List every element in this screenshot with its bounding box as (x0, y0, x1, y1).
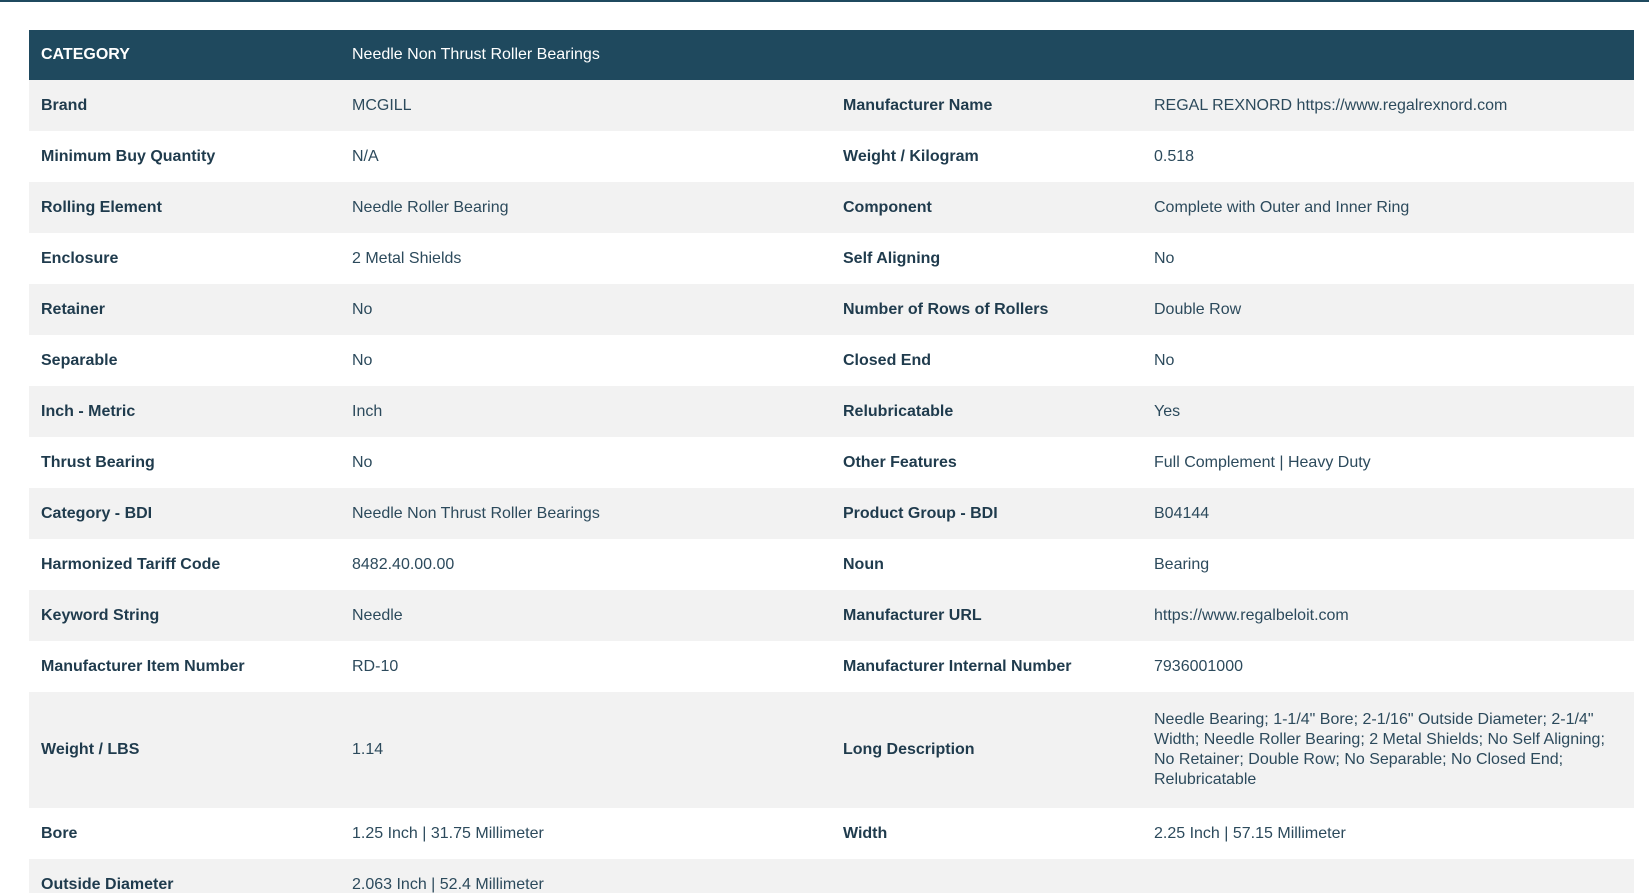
spec-label: Product Group - BDI (831, 488, 1142, 539)
spec-label: Minimum Buy Quantity (29, 131, 340, 182)
category-header-row: CATEGORY Needle Non Thrust Roller Bearin… (29, 30, 1634, 80)
table-row: Outside Diameter 2.063 Inch | 52.4 Milli… (29, 859, 1634, 893)
table-row: Harmonized Tariff Code 8482.40.00.00 Nou… (29, 539, 1634, 590)
spec-value: Bearing (1142, 539, 1634, 590)
table-row: Minimum Buy Quantity N/A Weight / Kilogr… (29, 131, 1634, 182)
spec-value: No (1142, 233, 1634, 284)
spec-value: https://www.regalbeloit.com (1142, 590, 1634, 641)
spec-value: 8482.40.00.00 (340, 539, 831, 590)
spec-label: Weight / LBS (29, 692, 340, 808)
spec-label: Relubricatable (831, 386, 1142, 437)
spec-label: Retainer (29, 284, 340, 335)
spec-label: Brand (29, 80, 340, 131)
spec-value: RD-10 (340, 641, 831, 692)
spec-label: Manufacturer Name (831, 80, 1142, 131)
table-row: Bore 1.25 Inch | 31.75 Millimeter Width … (29, 808, 1634, 859)
spec-value: 1.25 Inch | 31.75 Millimeter (340, 808, 831, 859)
spec-label: Thrust Bearing (29, 437, 340, 488)
table-row: Separable No Closed End No (29, 335, 1634, 386)
spec-value: Double Row (1142, 284, 1634, 335)
table-row: Inch - Metric Inch Relubricatable Yes (29, 386, 1634, 437)
spec-value: No (340, 437, 831, 488)
top-divider (0, 0, 1649, 2)
spec-value (1142, 859, 1634, 893)
table-row: Category - BDI Needle Non Thrust Roller … (29, 488, 1634, 539)
table-row: Brand MCGILL Manufacturer Name REGAL REX… (29, 80, 1634, 131)
spec-value: Inch (340, 386, 831, 437)
spec-value: 1.14 (340, 692, 831, 808)
spec-label: Separable (29, 335, 340, 386)
spec-label: Bore (29, 808, 340, 859)
spec-label: Rolling Element (29, 182, 340, 233)
table-row: Retainer No Number of Rows of Rollers Do… (29, 284, 1634, 335)
spec-value: No (1142, 335, 1634, 386)
spec-value: MCGILL (340, 80, 831, 131)
category-value: Needle Non Thrust Roller Bearings (340, 30, 1634, 80)
spec-label (831, 859, 1142, 893)
spec-label: Keyword String (29, 590, 340, 641)
spec-label: Enclosure (29, 233, 340, 284)
spec-label: Component (831, 182, 1142, 233)
table-row: Thrust Bearing No Other Features Full Co… (29, 437, 1634, 488)
spec-value: REGAL REXNORD https://www.regalrexnord.c… (1142, 80, 1634, 131)
spec-value: 2.063 Inch | 52.4 Millimeter (340, 859, 831, 893)
spec-value: No (340, 284, 831, 335)
spec-value: Needle Non Thrust Roller Bearings (340, 488, 831, 539)
spec-value: Full Complement | Heavy Duty (1142, 437, 1634, 488)
spec-label: Manufacturer Internal Number (831, 641, 1142, 692)
spec-label: Outside Diameter (29, 859, 340, 893)
spec-label: Inch - Metric (29, 386, 340, 437)
spec-label: Noun (831, 539, 1142, 590)
spec-value: No (340, 335, 831, 386)
table-row: Manufacturer Item Number RD-10 Manufactu… (29, 641, 1634, 692)
spec-value: Complete with Outer and Inner Ring (1142, 182, 1634, 233)
category-label: CATEGORY (29, 30, 340, 80)
long-description-value: Needle Bearing; 1-1/4" Bore; 2-1/16" Out… (1142, 692, 1634, 808)
spec-value: 7936001000 (1142, 641, 1634, 692)
spec-value: Needle Roller Bearing (340, 182, 831, 233)
spec-value: N/A (340, 131, 831, 182)
spec-label: Weight / Kilogram (831, 131, 1142, 182)
spec-label: Closed End (831, 335, 1142, 386)
spec-label: Long Description (831, 692, 1142, 808)
table-row: Keyword String Needle Manufacturer URL h… (29, 590, 1634, 641)
spec-label: Category - BDI (29, 488, 340, 539)
table-row: Rolling Element Needle Roller Bearing Co… (29, 182, 1634, 233)
spec-label: Number of Rows of Rollers (831, 284, 1142, 335)
spec-label: Other Features (831, 437, 1142, 488)
spec-value: 2.25 Inch | 57.15 Millimeter (1142, 808, 1634, 859)
spec-value: Needle (340, 590, 831, 641)
spec-value: Yes (1142, 386, 1634, 437)
spec-value: 0.518 (1142, 131, 1634, 182)
table-row: Enclosure 2 Metal Shields Self Aligning … (29, 233, 1634, 284)
spec-label: Manufacturer URL (831, 590, 1142, 641)
spec-label: Manufacturer Item Number (29, 641, 340, 692)
spec-value: 2 Metal Shields (340, 233, 831, 284)
spec-label: Width (831, 808, 1142, 859)
spec-value: B04144 (1142, 488, 1634, 539)
table-row: Weight / LBS 1.14 Long Description Needl… (29, 692, 1634, 808)
product-spec-table: CATEGORY Needle Non Thrust Roller Bearin… (29, 30, 1634, 893)
spec-label: Harmonized Tariff Code (29, 539, 340, 590)
spec-label: Self Aligning (831, 233, 1142, 284)
